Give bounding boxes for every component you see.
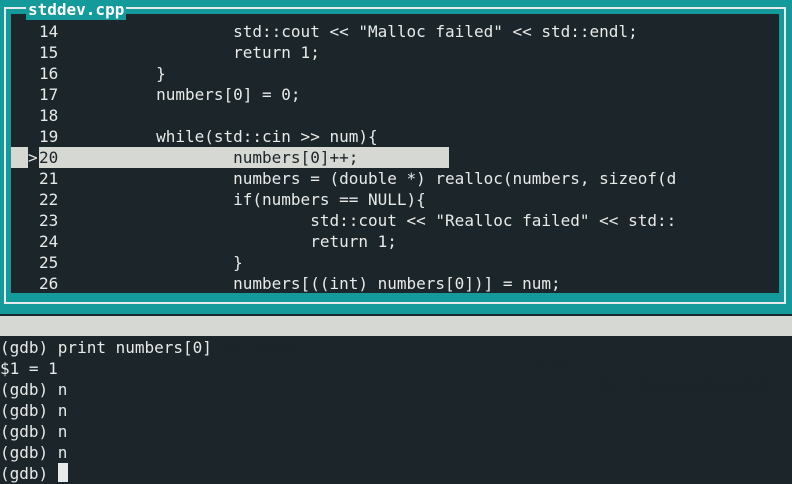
line-number: 16 [39,64,59,83]
line-code: } [79,64,166,83]
status-bar: native process 2694818 In: main L20 PC: … [0,316,792,395]
console-prompt: (gdb) [0,464,58,483]
line-code: std::cout << "Malloc failed" << std::end… [79,22,638,41]
line-number: 14 [39,22,59,41]
line-code: std::cout << "Realloc failed" << std:: [79,211,677,230]
source-line-current: >20 numbers[0]++; [11,147,449,168]
source-line: 15 return 1; [11,42,779,63]
line-number: 20 [39,148,59,167]
line-code: numbers = (double *) realloc(numbers, si… [79,169,677,188]
console-line: $1 = 1 [0,359,58,378]
line-number: 21 [39,169,59,188]
gdb-console[interactable]: (gdb) print numbers[0] $1 = 1 (gdb) n (g… [0,337,792,484]
line-code: numbers[((int) numbers[0])] = num; [79,274,561,293]
source-window-title: stddev.cpp [26,0,127,20]
line-code: numbers[0] = 0; [79,85,301,104]
line-number: 19 [39,127,59,146]
console-line: (gdb) n [0,443,68,462]
line-number: 22 [39,190,59,209]
source-line: 22 if(numbers == NULL){ [11,189,779,210]
source-line: 18 [11,105,779,126]
line-code: if(numbers == NULL){ [79,190,426,209]
line-number: 25 [39,253,59,272]
line-code: return 1; [79,232,397,251]
source-line: 26 numbers[((int) numbers[0])] = num; [11,273,779,294]
console-line: (gdb) n [0,380,68,399]
source-line: 16 } [11,63,779,84]
source-window: stddev.cpp 14 std::cout << "Malloc faile… [0,0,792,314]
source-line: 24 return 1; [11,231,779,252]
line-code: return 1; [79,43,320,62]
line-code: while(std::cin >> num){ [79,127,378,146]
source-line: 17 numbers[0] = 0; [11,84,779,105]
source-line: 23 std::cout << "Realloc failed" << std:… [11,210,779,231]
line-code: numbers[0]++; [79,148,359,167]
console-line: (gdb) print numbers[0] [0,338,212,357]
line-number: 17 [39,85,59,104]
line-number: 24 [39,232,59,251]
console-line: (gdb) n [0,422,68,441]
line-number: 18 [39,106,59,125]
current-line-marker: > [28,147,39,168]
source-line: 21 numbers = (double *) realloc(numbers,… [11,168,779,189]
source-line: 25 } [11,252,779,273]
source-line: 14 std::cout << "Malloc failed" << std::… [11,21,779,42]
source-line: 19 while(std::cin >> num){ [11,126,779,147]
line-number: 23 [39,211,59,230]
console-prompt-line[interactable]: (gdb) [0,463,792,484]
text-cursor [57,463,68,482]
line-number: 15 [39,43,59,62]
console-line: (gdb) n [0,401,68,420]
code-area[interactable]: 14 std::cout << "Malloc failed" << std::… [11,21,779,294]
line-number: 26 [39,274,59,293]
line-code: } [79,253,243,272]
